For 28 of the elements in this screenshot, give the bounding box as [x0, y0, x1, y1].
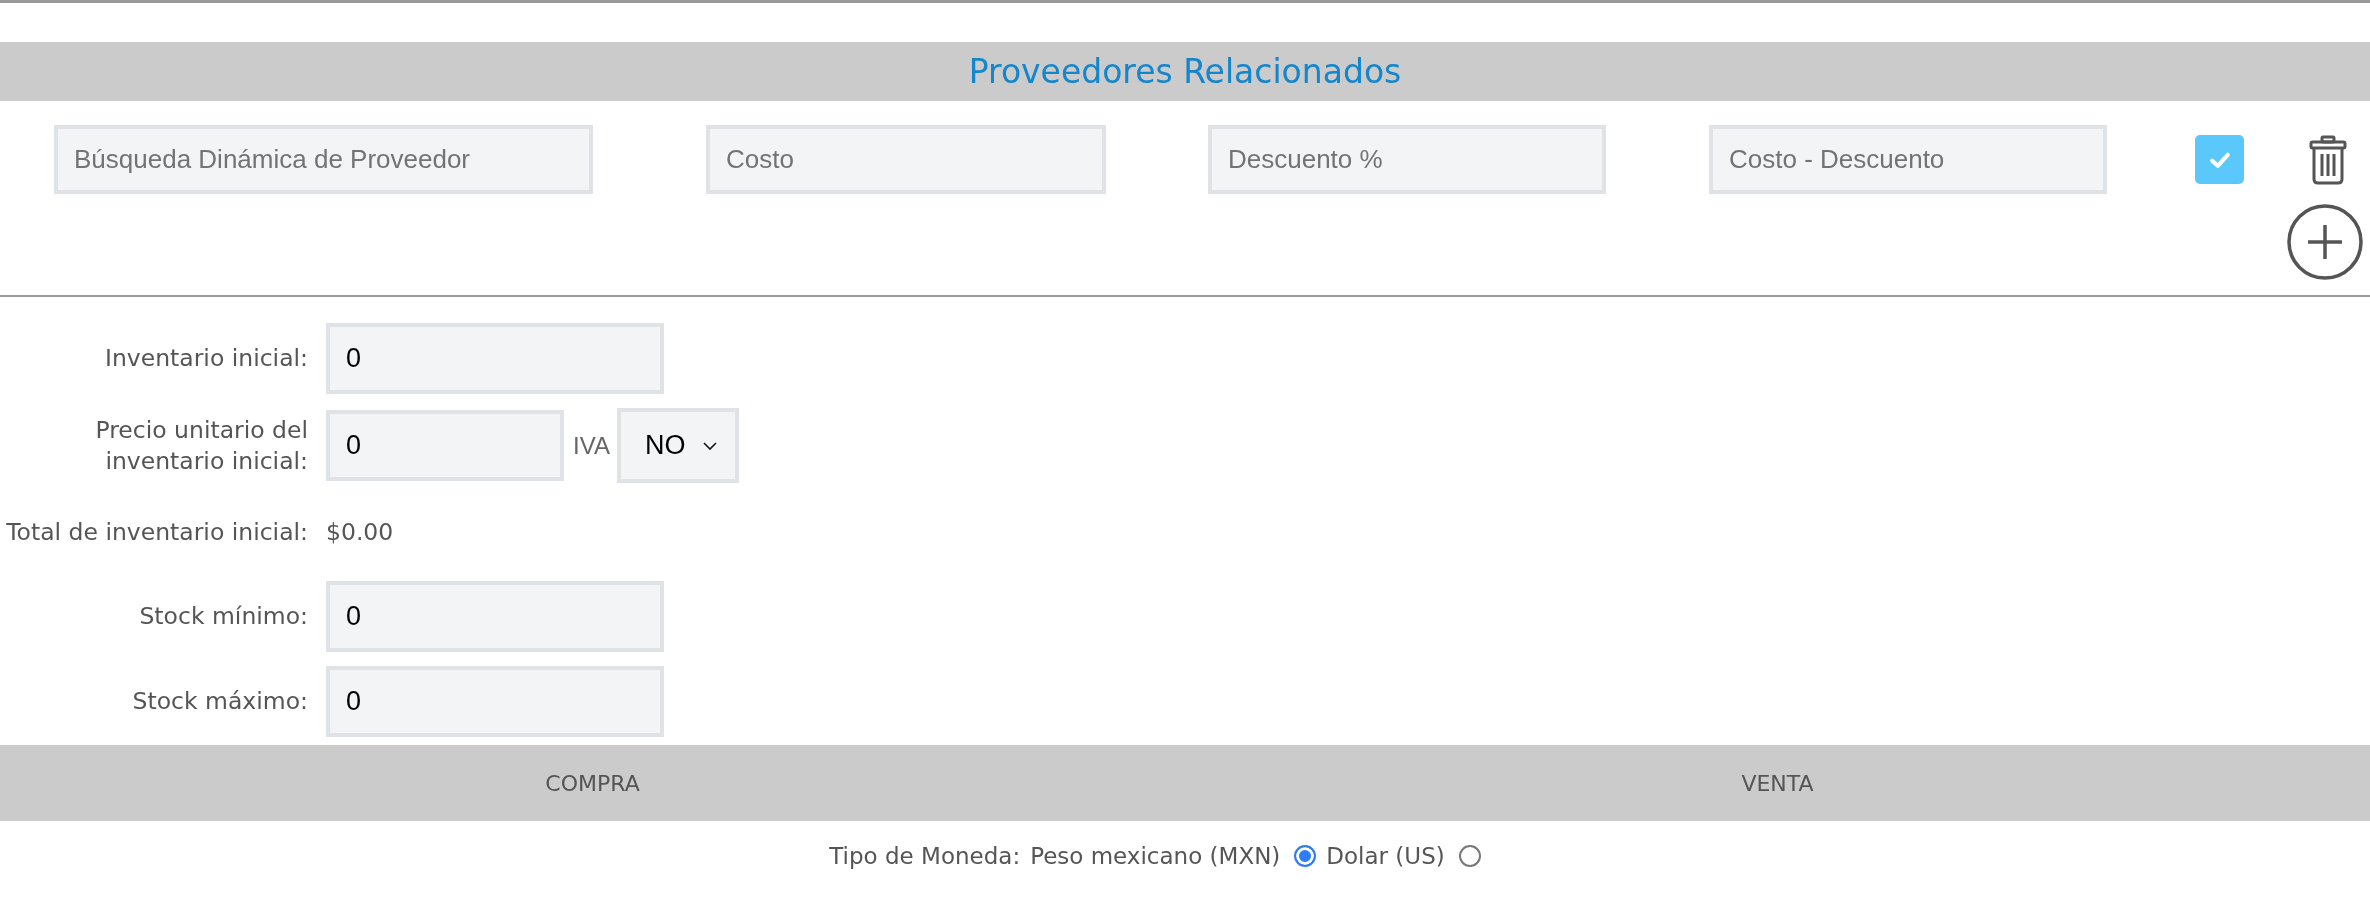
- radio-button[interactable]: [1294, 845, 1317, 867]
- input-field[interactable]: 0: [326, 410, 564, 481]
- caret-icon: [703, 441, 718, 450]
- add-icon[interactable]: [2286, 203, 2364, 281]
- field-label: Total de inventario inicial:: [5, 516, 308, 548]
- input-field[interactable]: Costo: [706, 125, 1106, 194]
- section-title: Proveedores Relacionados: [968, 52, 1402, 91]
- radio-label: Dolar (US): [1326, 843, 1445, 869]
- field-label: Precio unitario del inventario inicial:: [94, 414, 308, 477]
- field-label: Stock mínimo:: [138, 601, 308, 632]
- field-label: Inventario inicial:: [104, 343, 308, 374]
- radio-label: Peso mexicano (MXN): [1030, 843, 1281, 869]
- radio-button[interactable]: [1458, 845, 1481, 867]
- column-header: VENTA: [1741, 770, 1814, 796]
- field-label: IVA: [573, 431, 610, 460]
- trash-icon[interactable]: [2308, 134, 2348, 185]
- input-field[interactable]: 0: [326, 666, 664, 737]
- checkbox[interactable]: [2195, 135, 2244, 184]
- input-field[interactable]: 0: [326, 323, 664, 394]
- input-field[interactable]: 0: [326, 581, 664, 652]
- select-dropdown[interactable]: NO: [616, 408, 739, 483]
- field-label: Stock máximo:: [131, 686, 308, 717]
- column-header: COMPRA: [545, 770, 640, 796]
- field-label: Tipo de Moneda:: [829, 843, 1021, 869]
- total-value: $0.00: [326, 518, 394, 546]
- input-field[interactable]: Costo - Descuento: [1709, 125, 2107, 194]
- input-field[interactable]: Descuento %: [1208, 125, 1606, 194]
- input-field[interactable]: Búsqueda Dinámica de Proveedor: [54, 125, 593, 194]
